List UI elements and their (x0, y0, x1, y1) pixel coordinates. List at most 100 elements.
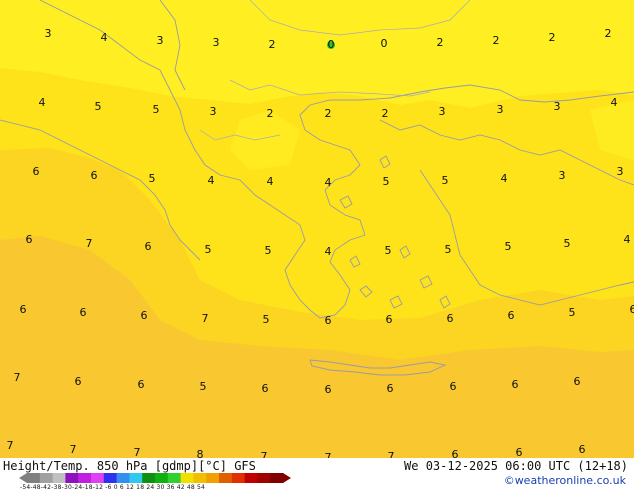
colorbar-segment (27, 473, 40, 483)
map-footer: Height/Temp. 850 hPa [gdmp][°C] GFS We 0… (0, 458, 634, 490)
colorbar-segment (270, 473, 283, 483)
colorbar-segment (40, 473, 53, 483)
map-value-label: 5 (263, 313, 270, 326)
colorbar-segment (129, 473, 142, 483)
map-value-label: 4 (325, 245, 332, 258)
temperature-fields (0, 0, 634, 458)
valid-time: We 03-12-2025 06:00 UTC (12+18) (404, 459, 628, 473)
colorbar-segment (53, 473, 66, 483)
colorbar-segment (168, 473, 181, 483)
map-value-label: 6 (262, 382, 269, 395)
map-value-label: 6 (138, 378, 145, 391)
map-value-label: 6 (141, 309, 148, 322)
colorbar-segment (181, 473, 194, 483)
map-value-label: 6 (26, 233, 33, 246)
colorbar (19, 472, 291, 484)
map-value-label: 4 (325, 176, 332, 189)
map-value-label: 0 (381, 37, 388, 50)
map-value-label: 5 (569, 306, 576, 319)
colorbar-left-arrow (19, 473, 27, 483)
map-value-label: 5 (205, 243, 212, 256)
colorbar-segment (193, 473, 206, 483)
map-value-label: 6 (574, 375, 581, 388)
map-value-label: 6 (20, 303, 27, 316)
map-value-label: 4 (101, 31, 108, 44)
map-value-label: 5 (153, 103, 160, 116)
map-value-label: 2 (493, 34, 500, 47)
map-value-label: 5 (95, 100, 102, 113)
map-value-label: 3 (45, 27, 52, 40)
map-value-label: 6 (33, 165, 40, 178)
temperature-map: 3 4 3 3 2 0 0 2 2 2 2 4 5 5 3 2 2 2 3 3 3 4 6 6 5 4 4 4 5 5 4 3 3 6 7 6 5 5 4 5… (0, 0, 634, 458)
colorbar-segment (257, 473, 270, 483)
map-value-label: 5 (442, 174, 449, 187)
map-value-label: 6 (508, 309, 515, 322)
map-value-label: 7 (134, 446, 141, 458)
map-value-label: 7 (7, 439, 14, 452)
map-value-label: 3 (497, 103, 504, 116)
map-value-label: 6 (325, 314, 332, 327)
colorbar-right-arrow (283, 473, 291, 483)
map-value-label: 7 (70, 443, 77, 456)
map-value-label: 3 (439, 105, 446, 118)
map-value-label: 3 (559, 169, 566, 182)
colorbar-segment (245, 473, 258, 483)
map-value-label: 7 (202, 312, 209, 325)
colorbar-segment (206, 473, 219, 483)
map-value-label: 3 (213, 36, 220, 49)
map-value-label: 6 (80, 306, 87, 319)
colorbar-segment (232, 473, 245, 483)
credit-link[interactable]: ©weatheronline.co.uk (504, 474, 626, 487)
map-value-label: 6 (447, 312, 454, 325)
map-value-label: 4 (611, 96, 618, 109)
map-title: Height/Temp. 850 hPa [gdmp][°C] GFS (3, 459, 256, 473)
colorbar-segment (117, 473, 130, 483)
map-value-label: 8 (197, 448, 204, 458)
map-value-label: 2 (269, 38, 276, 51)
map-value-label: 6 (450, 380, 457, 393)
colorbar-segment (219, 473, 232, 483)
map-value-label: 4 (624, 233, 631, 246)
map-value-label: 2 (549, 31, 556, 44)
map-value-label: 0 (328, 38, 335, 51)
colorbar-segment (104, 473, 117, 483)
map-value-label: 5 (505, 240, 512, 253)
map-value-label: 5 (200, 380, 207, 393)
map-value-label: 7 (388, 450, 395, 458)
map-value-label: 7 (261, 450, 268, 458)
map-value-label: 5 (385, 244, 392, 257)
map-value-label: 7 (325, 451, 332, 458)
colorbar-segment (65, 473, 78, 483)
map-value-label: 3 (210, 105, 217, 118)
map-value-label: 2 (267, 107, 274, 120)
map-value-label: 3 (157, 34, 164, 47)
map-value-label: 5 (445, 243, 452, 256)
map-value-label: 7 (14, 371, 21, 384)
map-value-label: 2 (437, 36, 444, 49)
map-value-label: 5 (383, 175, 390, 188)
map-value-label: 3 (617, 165, 624, 178)
map-value-label: 4 (501, 172, 508, 185)
map-value-label: 7 (86, 237, 93, 250)
colorbar-segment (78, 473, 91, 483)
map-value-label: 4 (208, 174, 215, 187)
map-value-label: 5 (149, 172, 156, 185)
map-value-label: 2 (325, 107, 332, 120)
map-value-label: 6 (512, 378, 519, 391)
map-value-label: 4 (39, 96, 46, 109)
map-value-label: 6 (516, 446, 523, 458)
colorbar-segment (155, 473, 168, 483)
map-value-label: 4 (267, 175, 274, 188)
map-value-label: 6 (91, 169, 98, 182)
map-value-label: 6 (630, 303, 634, 316)
map-value-label: 5 (265, 244, 272, 257)
map-value-label: 6 (145, 240, 152, 253)
map-value-label: 2 (382, 107, 389, 120)
map-canvas: 3 4 3 3 2 0 0 2 2 2 2 4 5 5 3 2 2 2 3 3 3 4 6 6 5 4 4 4 5 5 4 3 3 6 7 6 5 5 4 5… (0, 0, 634, 458)
map-value-label: 6 (386, 313, 393, 326)
map-value-label: 6 (325, 383, 332, 396)
map-value-label: 5 (564, 237, 571, 250)
map-value-label: 2 (605, 27, 612, 40)
map-value-label: 3 (554, 100, 561, 113)
colorbar-segment (142, 473, 155, 483)
